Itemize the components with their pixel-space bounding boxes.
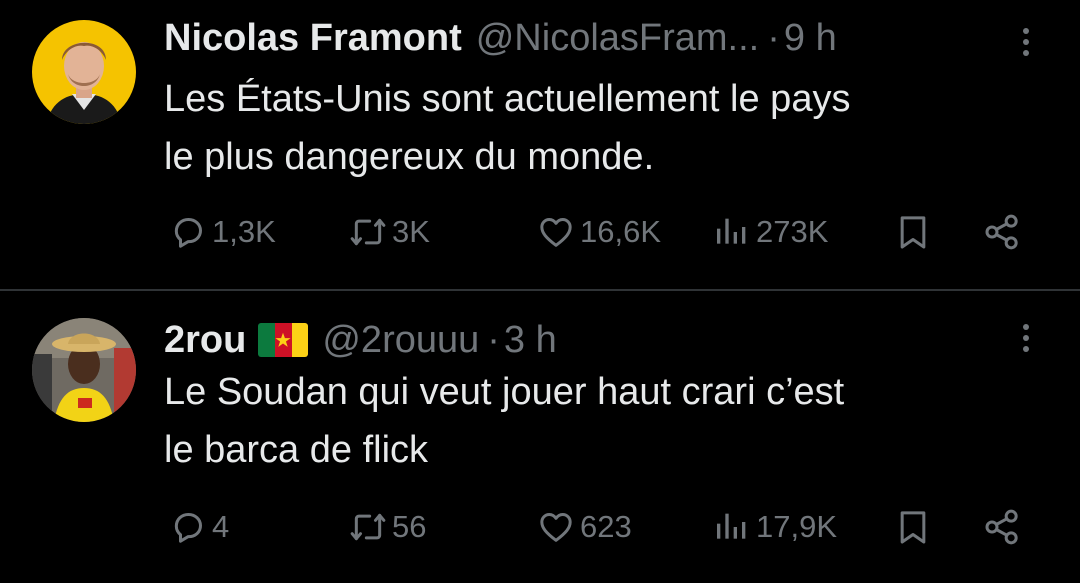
share-icon [985,214,1018,250]
share-button[interactable] [982,212,1022,252]
tweet-text-line: le plus dangereux du monde. [164,136,655,178]
avatar[interactable] [32,318,136,422]
like-icon [540,513,572,542]
cameroon-flag-icon [258,323,309,357]
tweet[interactable]: Nicolas Framont @NicolasFram... · 9 h Le… [0,0,1080,290]
repost-count: 56 [392,509,427,544]
reply-count: 4 [212,509,230,544]
like-button[interactable]: 623 [536,507,632,547]
separator-dot: · [767,16,780,59]
repost-count: 3K [392,214,430,249]
avatar[interactable] [32,20,136,124]
timestamp[interactable]: 3 h [504,319,557,362]
tweet-text-line: Le Soudan qui veut jouer haut crari c’es… [164,371,845,413]
repost-icon [350,218,386,246]
views-count: 17,9K [756,509,838,544]
repost-icon [350,513,386,541]
more-icon[interactable] [1014,318,1038,358]
tweet-header: 2rou @2rouuu · 3 h [164,318,557,362]
reply-button[interactable]: 1,3K [168,212,276,252]
views-count: 273K [756,214,829,249]
like-count: 623 [580,509,632,544]
display-name[interactable]: 2rou [164,319,246,362]
share-icon [985,509,1018,545]
tweet-text: Le Soudan qui veut jouer haut crari c’es… [164,363,1044,479]
bookmark-button[interactable] [893,507,933,547]
tweet[interactable]: 2rou @2rouuu · 3 h Le Soudan qui veut jo… [0,291,1080,583]
like-icon [540,218,572,247]
action-bar: 4 56 623 17,9K [0,507,1080,557]
separator-dot: · [487,318,500,361]
repost-button[interactable]: 56 [348,507,426,547]
tweet-header: Nicolas Framont @NicolasFram... · 9 h [164,16,837,60]
tweet-text: Les États-Unis sont actuellement le pays… [164,70,1044,186]
action-bar: 1,3K 3K 16,6K 273K [0,212,1080,262]
views-icon [717,218,746,244]
reply-icon [174,513,202,543]
user-handle[interactable]: @NicolasFram... [476,17,760,60]
views-button[interactable]: 273K [712,212,828,252]
repost-button[interactable]: 3K [348,212,430,252]
tweet-text-line: Les États-Unis sont actuellement le pays [164,78,851,120]
timestamp[interactable]: 9 h [784,17,837,60]
more-icon[interactable] [1014,22,1038,62]
views-button[interactable]: 17,9K [712,507,837,547]
bookmark-button[interactable] [893,212,933,252]
reply-button[interactable]: 4 [168,507,229,547]
share-button[interactable] [982,507,1022,547]
tweet-text-line: le barca de flick [164,429,429,471]
like-count: 16,6K [580,214,662,249]
reply-count: 1,3K [212,214,276,249]
bookmark-icon [900,511,926,544]
display-name[interactable]: Nicolas Framont [164,17,462,60]
bookmark-icon [900,216,926,249]
like-button[interactable]: 16,6K [536,212,661,252]
user-handle[interactable]: @2rouuu [322,319,479,362]
reply-icon [174,218,202,248]
views-icon [717,513,746,539]
